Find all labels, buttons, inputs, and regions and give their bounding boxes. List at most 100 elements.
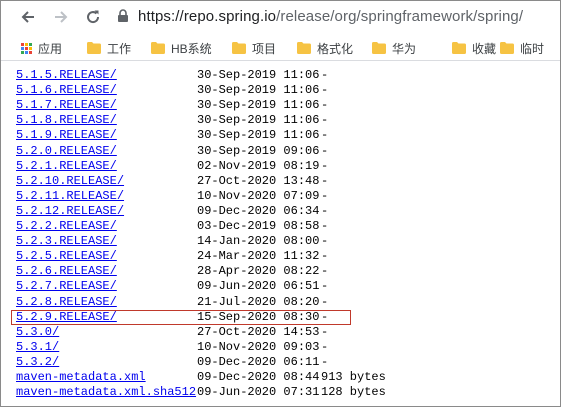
url-text: https://repo.spring.io/release/org/sprin… [138,8,523,25]
reload-button[interactable] [80,4,106,30]
entry-link[interactable]: 5.2.7.RELEASE/ [16,279,117,294]
entry-date: 09-Jun-2020 06:51 [197,279,320,293]
entry-link[interactable]: 5.3.2/ [16,355,59,370]
entry-date: 10-Nov-2020 09:03 [197,340,320,354]
entry-size: - [321,159,329,173]
listing-row: 5.1.8.RELEASE/30-Sep-2019 11:06- [1,113,541,128]
entry-date: 21-Jul-2020 08:20 [197,295,320,309]
listing-row: 5.2.3.RELEASE/14-Jan-2020 08:00- [1,234,541,249]
entry-date: 15-Sep-2020 08:30 [197,310,320,324]
entry-link[interactable]: maven-metadata.xml.sha512 [16,385,196,400]
entry-link[interactable]: 5.1.7.RELEASE/ [16,98,117,113]
entry-size: - [321,279,329,293]
bookmark-label: 工作 [107,41,132,56]
folder-icon [232,42,246,54]
entry-link[interactable]: 5.1.5.RELEASE/ [16,68,117,83]
entry-date: 09-Dec-2020 08:44 [197,370,320,384]
listing-row: 5.1.9.RELEASE/30-Sep-2019 11:06- [1,128,541,143]
listing-row: 5.2.5.RELEASE/24-Mar-2020 11:32- [1,249,541,264]
bookmark-label: HB系统 [171,41,212,56]
listing-row: 5.1.7.RELEASE/30-Sep-2019 11:06- [1,98,541,113]
entry-date: 30-Sep-2019 11:06 [197,68,320,82]
folder-icon [452,42,466,54]
bookmark-3[interactable]: 项目 [232,39,276,57]
entry-link[interactable]: 5.2.12.RELEASE/ [16,204,124,219]
entry-date: 30-Sep-2019 11:06 [197,128,320,142]
listing-row: maven-metadata.xml.sha512 09-Jun-2020 07:… [1,385,541,400]
entry-link[interactable]: maven-metadata.xml [16,370,146,385]
entry-link[interactable]: 5.1.9.RELEASE/ [16,128,117,143]
entry-date: 02-Nov-2019 08:19 [197,159,320,173]
entry-link[interactable]: 5.2.1.RELEASE/ [16,159,117,174]
entry-size: - [321,264,329,278]
bookmark-5[interactable]: 华为 [372,39,416,57]
entry-size: - [321,325,329,339]
entry-link[interactable]: 5.2.10.RELEASE/ [16,174,124,189]
listing-row: 5.1.5.RELEASE/30-Sep-2019 11:06- [1,68,541,83]
entry-size: - [321,144,329,158]
entry-size: - [321,340,329,354]
entry-date: 03-Dec-2019 08:58 [197,219,320,233]
entry-size: - [321,310,329,324]
forward-arrow-icon [55,11,68,23]
apps-grid-icon [21,42,32,54]
listing-row: 5.2.12.RELEASE/09-Dec-2020 06:34- [1,204,541,219]
listing-row: 5.2.10.RELEASE/27-Oct-2020 13:48- [1,174,541,189]
listing-row: 5.2.1.RELEASE/02-Nov-2019 08:19- [1,159,541,174]
entry-link[interactable]: 5.1.8.RELEASE/ [16,113,117,128]
listing-row: maven-metadata.xml 09-Dec-2020 08:44 913 b… [1,370,541,385]
entry-date: 09-Dec-2020 06:34 [197,204,320,218]
listing-row: 5.2.9.RELEASE/15-Sep-2020 08:30- [1,310,541,325]
entry-link[interactable]: 5.2.9.RELEASE/ [16,310,117,325]
listing-row: 5.1.6.RELEASE/30-Sep-2019 11:06- [1,83,541,98]
entry-date: 30-Sep-2019 09:06 [197,144,320,158]
entry-link[interactable]: 5.3.1/ [16,340,59,355]
bookmark-7[interactable]: 临时 [500,39,544,57]
listing-row: 5.3.1/10-Nov-2020 09:03- [1,340,541,355]
forward-button[interactable] [48,4,74,30]
entry-link[interactable]: 5.3.0/ [16,325,59,340]
reload-icon [87,10,100,24]
entry-date: 24-Mar-2020 11:32 [197,249,320,263]
entry-size: - [321,204,329,218]
entry-link[interactable]: 5.2.11.RELEASE/ [16,189,124,204]
folder-icon [372,42,386,54]
entry-link[interactable]: 5.2.6.RELEASE/ [16,264,117,279]
entry-date: 27-Oct-2020 14:53 [197,325,320,339]
entry-size: - [321,128,329,142]
bookmark-1[interactable]: 工作 [87,39,131,57]
bookmark-label: 项目 [252,41,277,56]
entry-size: - [321,355,329,369]
entry-link[interactable]: 5.1.6.RELEASE/ [16,83,117,98]
entry-link[interactable]: 5.2.2.RELEASE/ [16,219,117,234]
listing-row: 5.2.11.RELEASE/10-Nov-2020 07:09- [1,189,541,204]
bookmark-4[interactable]: 格式化 [297,39,353,57]
listing-row: 5.2.0.RELEASE/30-Sep-2019 09:06- [1,144,541,159]
bookmark-label: 临时 [520,41,545,56]
url-path: /release/org/springframework/spring/ [276,8,524,25]
entry-date: 28-Apr-2020 08:22 [197,264,320,278]
bookmark-label: 收藏 [472,41,497,56]
entry-date: 09-Jun-2020 07:31 [197,385,320,399]
entry-link[interactable]: 5.2.8.RELEASE/ [16,295,117,310]
listing-row: 5.2.8.RELEASE/21-Jul-2020 08:20- [1,295,541,310]
bookmark-6[interactable]: 收藏 [452,39,496,57]
entry-date: 30-Sep-2019 11:06 [197,98,320,112]
listing-row: 5.3.0/27-Oct-2020 14:53- [1,325,541,340]
back-button[interactable] [15,4,41,30]
entry-size: - [321,295,329,309]
browser-toolbar: https://repo.spring.io/release/org/sprin… [1,1,560,33]
entry-size: - [321,83,329,97]
bookmark-2[interactable]: HB系统 [151,39,212,57]
entry-date: 30-Sep-2019 11:06 [197,113,320,127]
entry-link[interactable]: 5.2.5.RELEASE/ [16,249,117,264]
entry-date: 30-Sep-2019 11:06 [197,83,320,97]
entry-link[interactable]: 5.2.3.RELEASE/ [16,234,117,249]
back-arrow-icon [21,11,34,23]
bookmark-0[interactable]: 应用 [21,39,62,57]
address-bar[interactable]: https://repo.spring.io/release/org/sprin… [115,4,560,30]
listing-row: 5.3.2/09-Dec-2020 06:11- [1,355,541,370]
entry-link[interactable]: 5.2.0.RELEASE/ [16,144,117,159]
entry-date: 14-Jan-2020 08:00 [197,234,320,248]
entry-size: - [321,189,329,203]
